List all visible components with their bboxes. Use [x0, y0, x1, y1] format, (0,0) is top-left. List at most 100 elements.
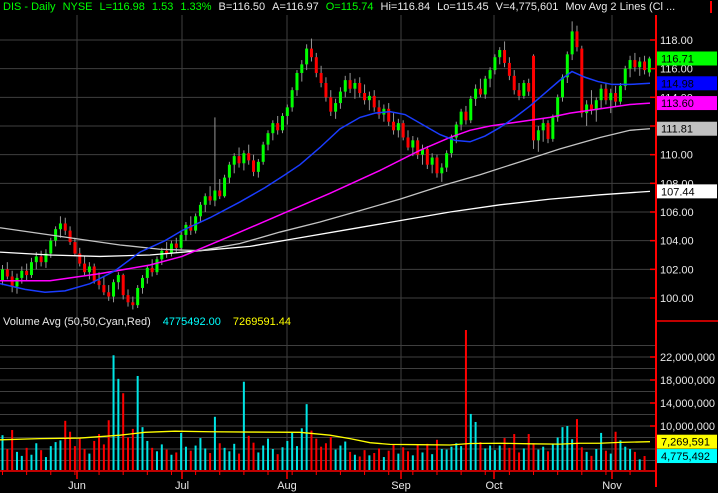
candle-down	[314, 57, 318, 73]
volume-bar	[160, 444, 163, 470]
candle-up	[15, 277, 19, 287]
candle-down	[25, 270, 29, 276]
volume-bar	[1, 435, 4, 470]
candle-up	[493, 57, 497, 71]
candle-down	[208, 196, 212, 201]
candle-down	[5, 269, 9, 277]
volume-bar	[98, 434, 101, 470]
volume-bar	[431, 454, 434, 470]
volume-bar	[609, 453, 612, 470]
candle-up	[285, 107, 289, 116]
candle-down	[512, 75, 516, 91]
candle-up	[261, 144, 265, 162]
candle-up	[623, 68, 627, 86]
volume-bar	[382, 457, 385, 470]
candle-up	[522, 82, 526, 96]
volume-bar	[15, 451, 18, 470]
volume-bar	[508, 447, 511, 470]
volume-bar	[547, 451, 550, 470]
volume-bar	[440, 449, 443, 470]
volume-bar	[267, 438, 270, 470]
candle-down	[392, 121, 396, 131]
candle-up	[203, 196, 207, 205]
candle-down	[73, 242, 77, 254]
chart-window: DIS - Daily NYSE L=116.98 1.53 1.33% B=116.50…	[0, 0, 718, 493]
volume-bar	[64, 420, 67, 470]
volume-bar	[484, 448, 487, 470]
volume-bar	[527, 434, 530, 470]
candle-up	[343, 80, 347, 92]
gridlines	[0, 15, 656, 471]
volume-bar	[373, 453, 376, 470]
volume-bar	[629, 449, 632, 470]
candle-up	[334, 103, 338, 112]
candle-down	[83, 263, 87, 273]
candle-down	[324, 82, 328, 98]
volume-bar	[30, 454, 33, 470]
volume-bar	[127, 437, 130, 470]
volume-bar	[542, 446, 545, 470]
candle-up	[169, 243, 173, 254]
candle-up	[232, 156, 236, 165]
volume-bar	[566, 426, 569, 470]
volume-bar	[276, 454, 279, 470]
candle-down	[507, 62, 511, 76]
candle-up	[430, 157, 434, 165]
axis-value-box-label: 7,269,591	[661, 437, 710, 449]
volume-bar	[295, 446, 298, 470]
volume-bar	[445, 449, 448, 470]
volume-bar	[233, 443, 236, 470]
volume-bar	[194, 445, 197, 470]
volume-bar	[102, 444, 105, 470]
volume-bar	[556, 437, 559, 470]
volume-bar	[271, 449, 274, 470]
volume-bar	[460, 446, 463, 470]
candle-down	[643, 61, 647, 71]
candle-up	[618, 85, 622, 102]
volume-bar	[407, 451, 410, 470]
volume-bar	[141, 427, 144, 470]
price-tick-label: 104.00	[660, 236, 694, 248]
volume-bar	[320, 446, 323, 470]
volume-bar	[170, 454, 173, 470]
volume-bar	[184, 446, 187, 470]
volume-bar	[344, 441, 347, 470]
volume-bar	[20, 455, 23, 470]
volume-bar	[522, 448, 525, 470]
candle-up	[227, 164, 231, 178]
candle-down	[63, 223, 67, 231]
volume-bar	[315, 438, 318, 470]
candle-up	[445, 153, 449, 168]
candle-down	[237, 156, 241, 164]
candle-up	[140, 277, 144, 288]
volume-bar	[349, 451, 352, 470]
volume-bar	[112, 355, 115, 470]
volume-bar	[78, 438, 81, 470]
volume-bar	[619, 440, 622, 470]
month-label: Aug	[277, 480, 297, 492]
candle-up	[295, 72, 299, 91]
candle-down	[150, 267, 154, 273]
volume-bar	[281, 447, 284, 470]
candle-up	[213, 190, 217, 201]
volume-bar	[493, 450, 496, 470]
volume-bar	[368, 455, 371, 470]
volume-bar	[300, 428, 303, 470]
volume-bar	[411, 455, 414, 470]
volume-indicator-label: Volume Avg (50,50,Cyan,Red)	[3, 316, 151, 328]
candle-up	[647, 58, 651, 73]
chart-canvas[interactable]: 118.00116.00114.00112.00110.00108.00106.…	[0, 0, 718, 493]
volume-bar	[54, 442, 57, 470]
candle-down	[218, 190, 222, 197]
candle-down	[102, 285, 106, 293]
candle-up	[440, 167, 444, 174]
candle-up	[58, 223, 62, 230]
candle-up	[198, 204, 202, 217]
volume-bar	[392, 444, 395, 470]
volume-bar	[93, 440, 96, 470]
candle-up	[87, 266, 91, 273]
volume-tick-label: 14,000,000	[660, 398, 715, 410]
month-label: Nov	[602, 480, 622, 492]
candle-down	[604, 88, 608, 101]
candle-down	[126, 295, 130, 303]
